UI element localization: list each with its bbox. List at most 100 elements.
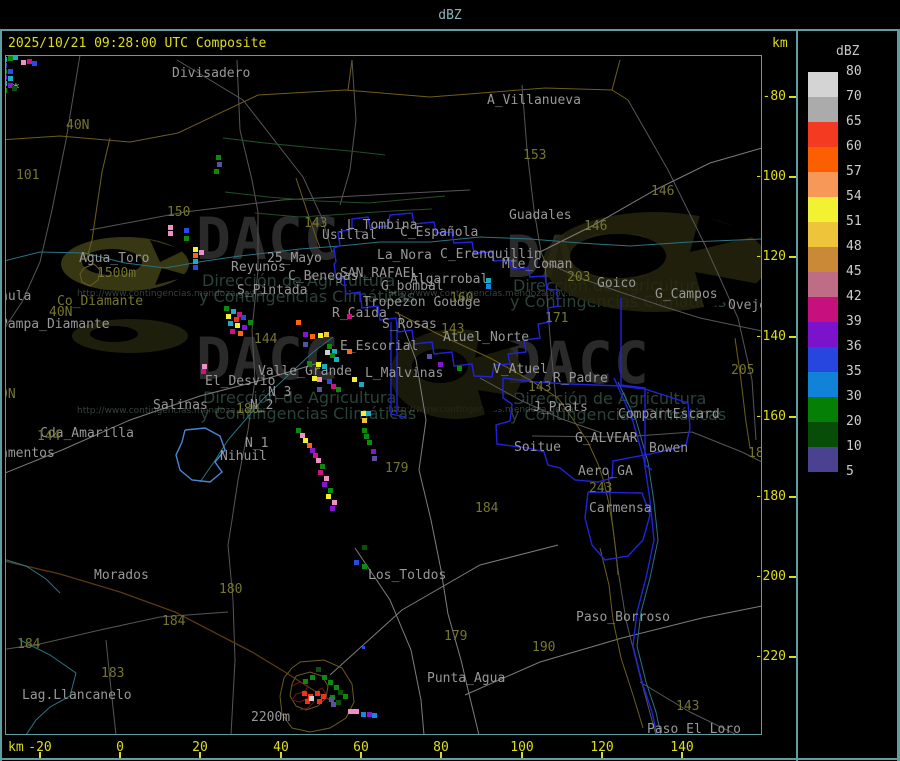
- radar-echo-pixel: [317, 387, 322, 392]
- radar-echo-pixel: [193, 259, 198, 264]
- radar-echo-pixel: [347, 349, 352, 354]
- right-axis-tick: [789, 496, 796, 498]
- legend-swatch: [808, 197, 838, 222]
- radar-echo-pixel: [217, 162, 222, 167]
- place-label: Aero_GA: [578, 464, 633, 479]
- route-label: 190: [532, 640, 556, 655]
- place-label: Paso_El_Loro: [647, 722, 741, 735]
- radar-echo-pixel: [317, 699, 322, 704]
- right-axis-label: -220: [754, 649, 786, 664]
- route-label: 40N: [49, 305, 73, 320]
- place-label: CompartEscard: [618, 407, 720, 422]
- legend-swatch: [808, 397, 838, 422]
- radar-echo-pixel: [352, 377, 357, 382]
- radar-echo-pixel: [486, 284, 491, 289]
- radar-echo-pixel: [316, 667, 321, 672]
- bottom-axis-tick: [360, 752, 362, 758]
- right-axis-label: -120: [754, 249, 786, 264]
- place-label: Goico: [597, 276, 637, 291]
- route-label: 146: [584, 219, 608, 234]
- right-axis-label: -80: [762, 89, 786, 104]
- route-label: 205: [731, 363, 755, 378]
- radar-echo-pixel: [361, 712, 366, 717]
- place-label: Lag.Llancanelo: [22, 688, 132, 703]
- radar-echo-pixel: [427, 354, 432, 359]
- place-label: G_ALVEAR: [575, 431, 638, 446]
- radar-echo-pixel: [343, 694, 348, 699]
- watermark-eye-icon: [61, 212, 762, 419]
- route-label: 18: [748, 446, 762, 461]
- radar-echo-pixel: [193, 247, 198, 252]
- radar-echo-pixel: [168, 231, 173, 236]
- radar-echo-pixel: [238, 331, 243, 336]
- radar-echo-pixel: [303, 332, 308, 337]
- place-label: Carmensa: [589, 501, 652, 516]
- legend-value-label: 36: [846, 339, 862, 354]
- right-axis-tick: [789, 256, 796, 258]
- radar-echo-pixel: [322, 364, 327, 369]
- place-label: Agua_Toro: [79, 251, 150, 266]
- place-label: G_Campos: [655, 287, 718, 302]
- radar-echo-pixel: [347, 314, 352, 319]
- window-title: dBZ: [438, 8, 462, 23]
- route-label: 184: [162, 614, 186, 629]
- right-axis-label: -140: [754, 329, 786, 344]
- radar-echo-pixel: [309, 696, 314, 701]
- bottom-axis-tick: [280, 752, 282, 758]
- legend-value-label: 80: [846, 64, 862, 79]
- route-label: 243: [589, 481, 613, 496]
- legend-swatch: [808, 297, 838, 322]
- radar-echo-pixel: [307, 361, 312, 366]
- timestamp-label: 2025/10/21 09:28:00 UTC Composite: [8, 36, 267, 51]
- route-label: 160: [450, 291, 474, 306]
- radar-echo-pixel: [8, 76, 13, 81]
- radar-echo-pixel: [242, 325, 247, 330]
- radar-echo-pixel: [322, 482, 327, 487]
- route-label: 179: [444, 629, 468, 644]
- route-label: 146: [651, 184, 675, 199]
- legend-swatch: [808, 272, 838, 297]
- radar-echo-pixel: [328, 488, 333, 493]
- route-label: 180: [236, 402, 260, 417]
- bottom-axis-tick: [119, 752, 121, 758]
- legend-swatch: [808, 172, 838, 197]
- bottom-axis-tick: [601, 752, 603, 758]
- radar-echo-pixel: [316, 458, 321, 463]
- radar-echo-pixel: [457, 366, 462, 371]
- route-label: 180: [219, 582, 243, 597]
- radar-echo-pixel: [12, 86, 17, 91]
- roads-olive-layer: [5, 59, 751, 729]
- place-label: aula: [5, 289, 32, 304]
- place-label: El_Desvio: [205, 374, 276, 389]
- radar-echo-pixel: [5, 81, 7, 86]
- place-label: Usillal: [322, 228, 377, 243]
- radar-echo-pixel: [214, 169, 219, 174]
- legend-divider: [796, 29, 798, 761]
- legend-value-label: 51: [846, 214, 862, 229]
- legend-swatch: [808, 322, 838, 347]
- route-label: 0N: [5, 387, 16, 402]
- route-label: 203: [567, 270, 591, 285]
- radar-echo-pixel: [296, 320, 301, 325]
- radar-echo-pixel: [359, 382, 364, 387]
- radar-echo-pixel: [366, 411, 371, 416]
- right-axis-label: -160: [754, 409, 786, 424]
- radar-echo-pixel: [5, 63, 7, 68]
- place-label: Guadales: [509, 208, 572, 223]
- right-axis-label: -200: [754, 569, 786, 584]
- radar-echo-pixel: [330, 506, 335, 511]
- radar-echo-pixel: [331, 702, 336, 707]
- radar-echo-pixel: [438, 362, 443, 367]
- radar-echo-pixel: [310, 675, 315, 680]
- bottom-axis-tick: [199, 752, 201, 758]
- bottom-axis-tick: [440, 752, 442, 758]
- map-lines-layer: [5, 55, 762, 735]
- radar-echo-pixel: [8, 69, 13, 74]
- radar-echo-pixel: [334, 357, 339, 362]
- radar-echo-pixel: [372, 713, 377, 718]
- place-label: Mte_Coman: [502, 257, 573, 272]
- right-axis-tick: [789, 656, 796, 658]
- route-label: 144: [254, 332, 278, 347]
- right-axis-unit: km: [772, 36, 788, 51]
- legend-swatch: [808, 147, 838, 172]
